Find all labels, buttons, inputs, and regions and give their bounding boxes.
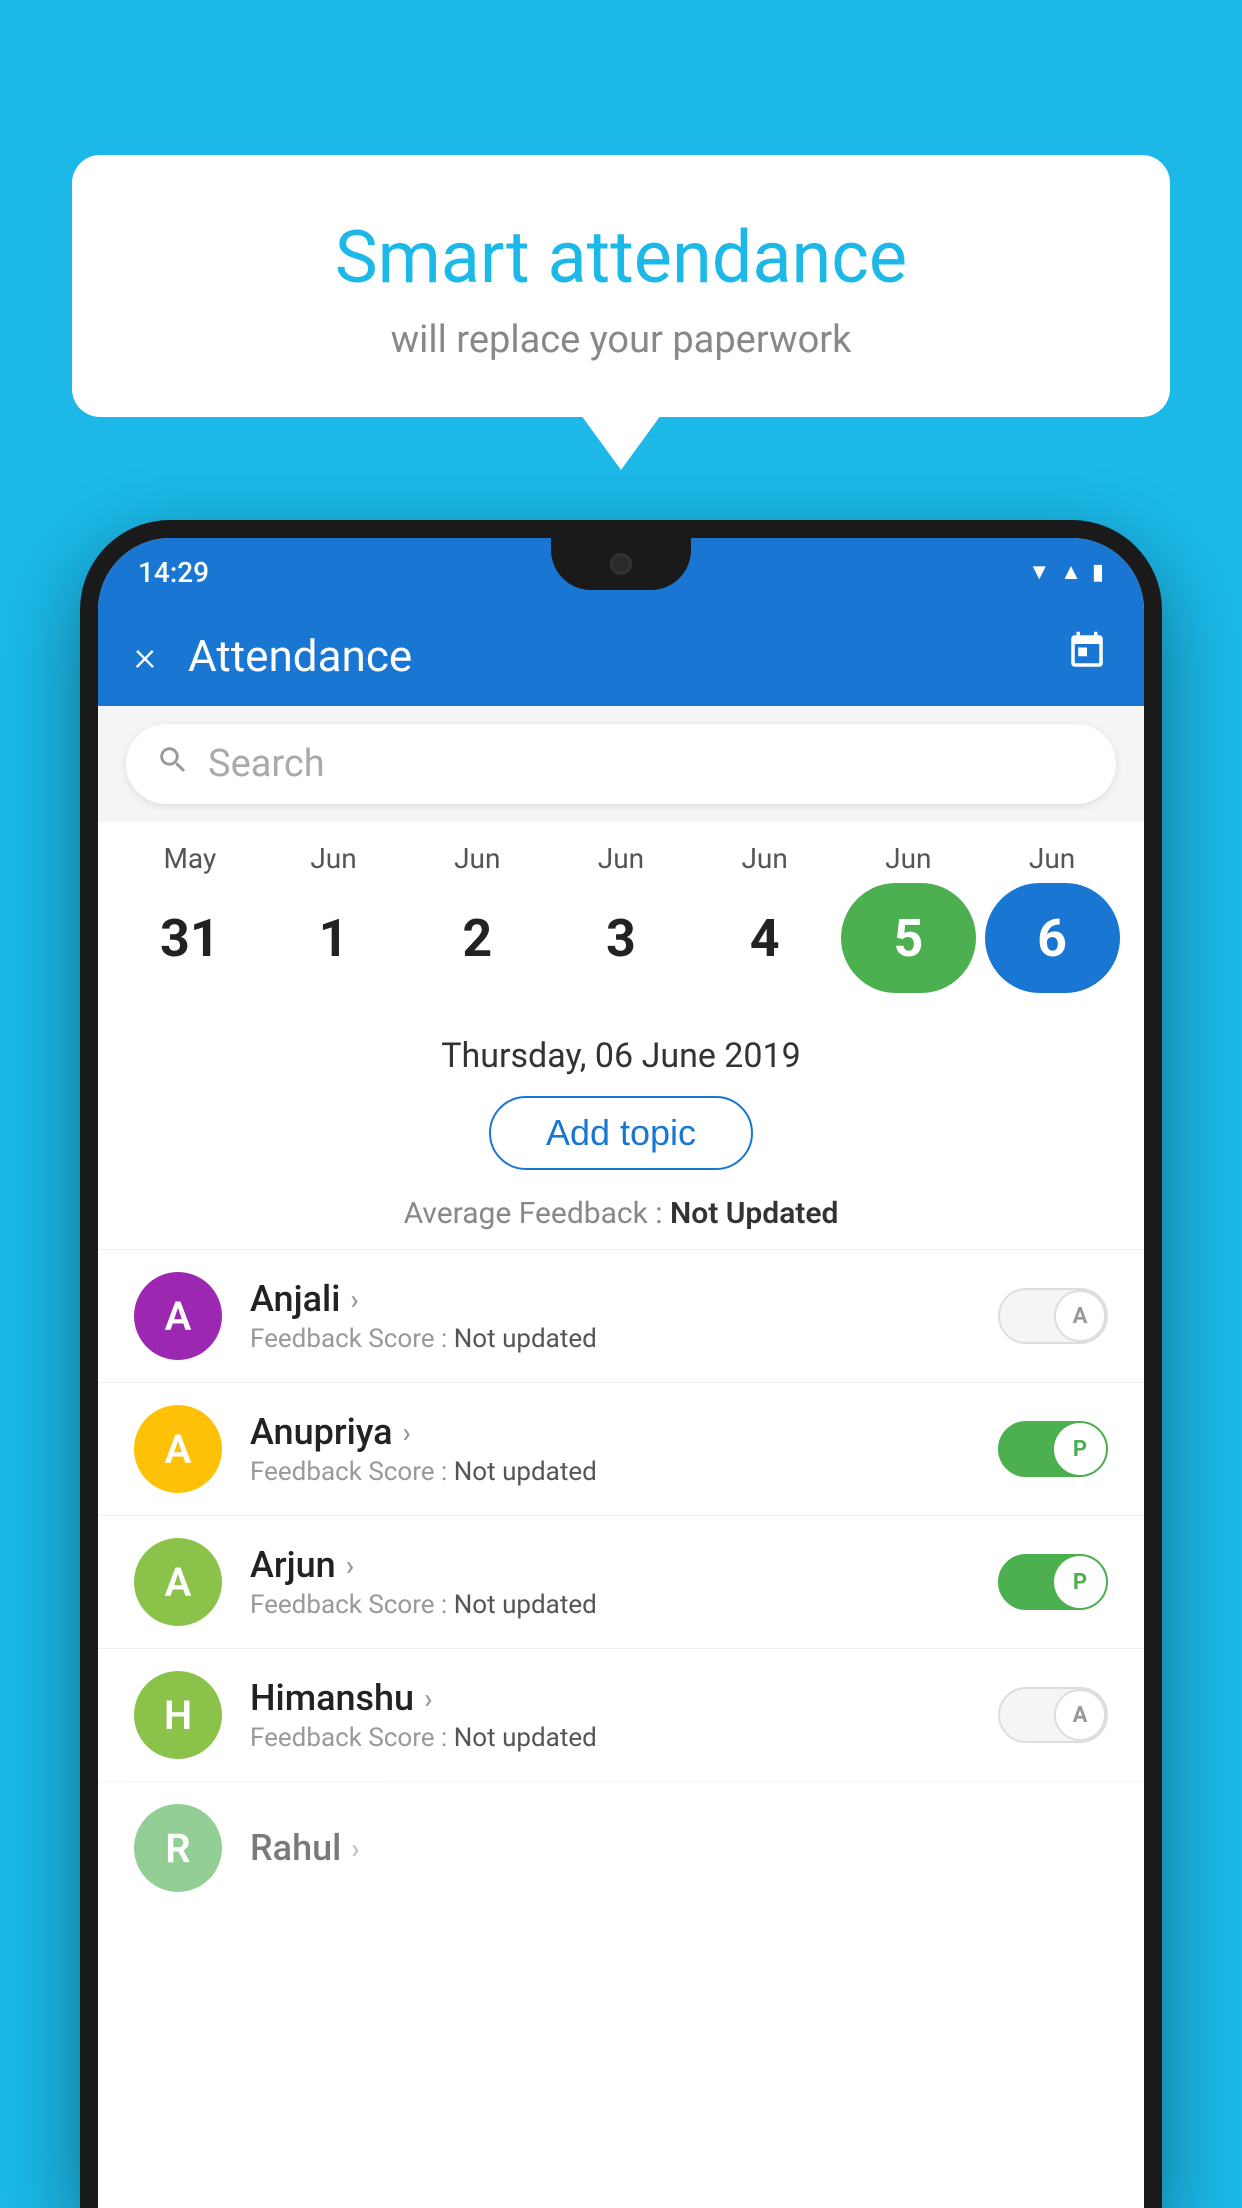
app-bar: × Attendance — [98, 606, 1144, 706]
avatar-himanshu: H — [134, 1671, 222, 1759]
student-feedback-anupriya: Feedback Score : Not updated — [250, 1457, 970, 1487]
chevron-arjun: › — [346, 1549, 354, 1582]
status-bar: 14:29 ▼ ▲ ▮ — [98, 538, 1144, 606]
avatar-anupriya: A — [134, 1405, 222, 1493]
toggle-himanshu[interactable]: A — [998, 1687, 1108, 1743]
avg-feedback: Average Feedback : Not Updated — [98, 1188, 1144, 1249]
student-name-arjun: Arjun › — [250, 1544, 970, 1586]
avatar-anjali: A — [134, 1272, 222, 1360]
month-2: Jun — [410, 842, 545, 875]
bubble-title: Smart attendance — [122, 215, 1120, 300]
date-6-selected[interactable]: 6 — [985, 883, 1120, 993]
toggle-anjali-switch[interactable]: A — [998, 1288, 1108, 1344]
calendar-months: May Jun Jun Jun Jun Jun Jun — [108, 842, 1134, 875]
toggle-himanshu-switch[interactable]: A — [998, 1687, 1108, 1743]
month-4: Jun — [697, 842, 832, 875]
camera-dot — [610, 553, 632, 575]
toggle-thumb-arjun: P — [1054, 1556, 1106, 1608]
battery-icon: ▮ — [1092, 560, 1104, 585]
month-5: Jun — [841, 842, 976, 875]
student-feedback-himanshu: Feedback Score : Not updated — [250, 1723, 970, 1753]
phone-notch — [551, 538, 691, 590]
toggle-thumb-anjali: A — [1054, 1290, 1106, 1342]
date-5-today[interactable]: 5 — [841, 883, 976, 993]
toggle-arjun-switch[interactable]: P — [998, 1554, 1108, 1610]
signal-icon: ▲ — [1060, 559, 1082, 585]
toggle-anupriya-switch[interactable]: P — [998, 1421, 1108, 1477]
content-area: Thursday, 06 June 2019 Add topic Average… — [98, 1018, 1144, 1914]
status-time: 14:29 — [138, 556, 209, 589]
month-0: May — [122, 842, 257, 875]
student-list: A Anjali › Feedback Score : Not updated … — [98, 1249, 1144, 1914]
selected-date-label: Thursday, 06 June 2019 — [98, 1018, 1144, 1088]
student-info-anjali[interactable]: Anjali › Feedback Score : Not updated — [250, 1278, 970, 1354]
search-container: Search — [98, 706, 1144, 822]
app-bar-title: Attendance — [188, 630, 1034, 682]
toggle-thumb-himanshu: A — [1054, 1689, 1106, 1741]
bubble-tail — [581, 415, 661, 470]
bubble-subtitle: will replace your paperwork — [122, 318, 1120, 362]
student-name-anupriya: Anupriya › — [250, 1411, 970, 1453]
student-item-arjun: A Arjun › Feedback Score : Not updated P — [98, 1515, 1144, 1648]
student-name-himanshu: Himanshu › — [250, 1677, 970, 1719]
calendar-dates: 31 1 2 3 4 5 6 — [108, 875, 1134, 1008]
chevron-himanshu: › — [424, 1682, 432, 1715]
date-3[interactable]: 3 — [553, 883, 688, 993]
student-feedback-anjali: Feedback Score : Not updated — [250, 1324, 970, 1354]
search-icon — [156, 743, 190, 786]
student-feedback-arjun: Feedback Score : Not updated — [250, 1590, 970, 1620]
toggle-anjali[interactable]: A — [998, 1288, 1108, 1344]
status-icons: ▼ ▲ ▮ — [1028, 559, 1104, 585]
search-placeholder: Search — [208, 742, 325, 786]
student-item-himanshu: H Himanshu › Feedback Score : Not update… — [98, 1648, 1144, 1781]
phone-frame: 14:29 ▼ ▲ ▮ × Attendance — [80, 520, 1162, 2208]
student-info-arjun[interactable]: Arjun › Feedback Score : Not updated — [250, 1544, 970, 1620]
avatar-partial: R — [134, 1804, 222, 1892]
date-4[interactable]: 4 — [697, 883, 832, 993]
add-topic-section: Add topic — [98, 1088, 1144, 1188]
chevron-partial: › — [351, 1832, 359, 1865]
student-info-himanshu[interactable]: Himanshu › Feedback Score : Not updated — [250, 1677, 970, 1753]
date-2[interactable]: 2 — [410, 883, 545, 993]
search-bar[interactable]: Search — [126, 724, 1116, 804]
close-button[interactable]: × — [134, 632, 156, 681]
speech-bubble-container: Smart attendance will replace your paper… — [72, 155, 1170, 470]
date-1[interactable]: 1 — [266, 883, 401, 993]
chevron-anjali: › — [350, 1283, 358, 1316]
toggle-anupriya[interactable]: P — [998, 1421, 1108, 1477]
avg-feedback-label: Average Feedback : — [404, 1196, 670, 1231]
month-3: Jun — [553, 842, 688, 875]
month-1: Jun — [266, 842, 401, 875]
student-item-anupriya: A Anupriya › Feedback Score : Not update… — [98, 1382, 1144, 1515]
add-topic-button[interactable]: Add topic — [489, 1096, 753, 1170]
student-item-partial: R Rahul › — [98, 1781, 1144, 1914]
speech-bubble: Smart attendance will replace your paper… — [72, 155, 1170, 417]
chevron-anupriya: › — [403, 1416, 411, 1449]
calendar-strip: May Jun Jun Jun Jun Jun Jun 31 1 2 3 4 5… — [98, 822, 1144, 1018]
avatar-arjun: A — [134, 1538, 222, 1626]
wifi-icon: ▼ — [1028, 559, 1050, 585]
student-info-partial: Rahul › — [250, 1827, 1108, 1869]
student-name-anjali: Anjali › — [250, 1278, 970, 1320]
student-item-anjali: A Anjali › Feedback Score : Not updated … — [98, 1249, 1144, 1382]
toggle-thumb-anupriya: P — [1054, 1423, 1106, 1475]
phone-inner: 14:29 ▼ ▲ ▮ × Attendance — [98, 538, 1144, 2208]
toggle-arjun[interactable]: P — [998, 1554, 1108, 1610]
calendar-icon[interactable] — [1066, 630, 1108, 682]
student-info-anupriya[interactable]: Anupriya › Feedback Score : Not updated — [250, 1411, 970, 1487]
date-31[interactable]: 31 — [122, 883, 257, 993]
month-6: Jun — [985, 842, 1120, 875]
avg-feedback-value: Not Updated — [670, 1196, 838, 1231]
student-name-partial: Rahul › — [250, 1827, 1108, 1869]
